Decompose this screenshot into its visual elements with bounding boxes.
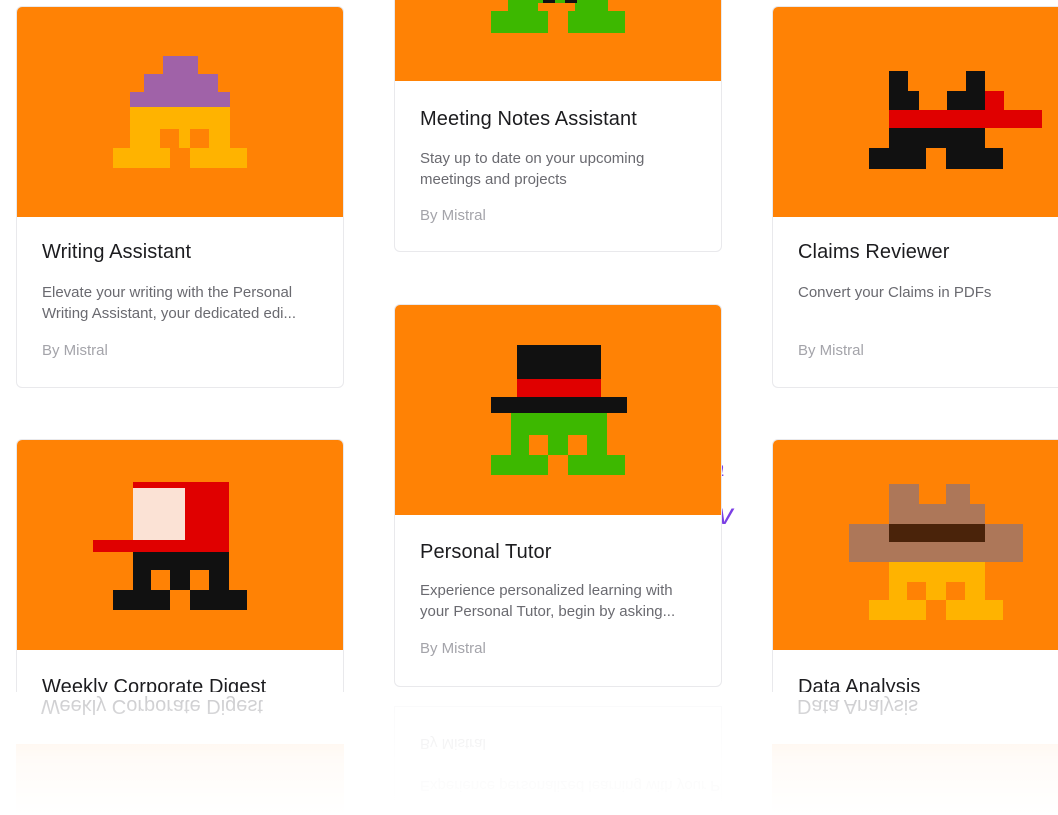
agent-card-data-analysis[interactable]: Data Analysis [772,439,1058,692]
reflected-art [772,744,1058,815]
card-author: By Mistral [42,342,108,359]
reflection-weekly-corporate-digest: Weekly Corporate Digest [16,692,344,815]
reflected-title: Data Analysis [797,695,919,717]
card-description: Stay up to date on your upcoming meeting… [420,150,645,188]
card-title: Claims Reviewer [798,241,950,263]
card-art [395,0,721,81]
agent-card-meeting-notes-assistant[interactable]: Meeting Notes Assistant Stay up to date … [394,0,722,252]
card-author: By Mistral [420,207,486,224]
card-title: Data Analysis [798,676,921,692]
card-description: Elevate your writing with the Personal W… [42,284,297,322]
reflected-author: By Mistral [420,735,486,752]
agent-card-weekly-corporate-digest[interactable]: Weekly Corporate Digest [16,439,344,692]
card-art [395,305,721,515]
reflection-data-analysis: Data Analysis [772,692,1058,815]
card-author: By Mistral [420,640,486,657]
red-cap-black-avatar-icon [93,482,247,610]
card-art [773,440,1058,650]
agent-card-writing-assistant[interactable]: Writing Assistant Elevate your writing w… [16,6,344,388]
card-title: Writing Assistant [42,241,192,263]
card-description: Convert your Claims in PDFs [798,284,992,301]
reflected-description: Experience personalized learning with yo… [420,777,721,794]
card-description: Experience personalized learning with yo… [420,582,676,620]
purple-hat-yellow-avatar-icon [113,56,247,168]
reflected-title: Weekly Corporate Digest [41,695,263,717]
card-art [773,7,1058,217]
cowboy-hat-yellow-avatar-icon [849,484,1023,620]
black-ninja-red-headband-icon [869,71,1042,169]
card-art [17,7,343,217]
agent-card-claims-reviewer[interactable]: Claims Reviewer Convert your Claims in P… [772,6,1058,388]
reflected-art [16,744,344,815]
green-avatar-icon [491,0,625,33]
card-title: Meeting Notes Assistant [420,108,637,130]
top-hat-green-avatar-icon [491,345,627,475]
agent-card-personal-tutor[interactable]: Personal Tutor Experience personalized l… [394,304,722,687]
card-author: By Mistral [798,342,864,359]
card-title: Weekly Corporate Digest [42,676,267,692]
card-art [17,440,343,650]
card-title: Personal Tutor [420,541,552,563]
reflection-personal-tutor: By Mistral Experience personalized learn… [394,706,722,815]
